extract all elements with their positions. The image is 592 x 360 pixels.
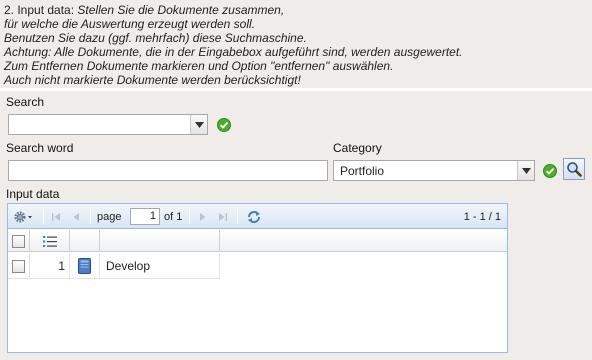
- select-all-header[interactable]: [8, 230, 30, 252]
- settings-menu-button[interactable]: [13, 204, 33, 229]
- instruction-line: Benutzen Sie dazu (ggf. mehrfach) diese …: [4, 31, 307, 45]
- grid-toolbar: page 1 of 1 1 - 1 / 1: [8, 204, 507, 229]
- chevron-down-icon[interactable]: [190, 115, 207, 134]
- table-row[interactable]: 1 Develop: [8, 253, 220, 279]
- instruction-line: Auch nicht markierte Dokumente werden be…: [4, 73, 301, 87]
- next-page-icon: [200, 212, 206, 221]
- paging-range: 1 - 1 / 1: [463, 210, 501, 223]
- row-number-header: [30, 230, 70, 252]
- toolbar-separator: [90, 209, 91, 224]
- last-page-icon: [219, 212, 227, 221]
- instruction-line: Zum Entfernen Dokumente markieren und Op…: [4, 59, 394, 73]
- step-title: 2. Input data:: [4, 3, 78, 17]
- instruction-line: Stellen Sie die Dokumente zusammen,: [77, 3, 285, 17]
- row-checkbox[interactable]: [12, 259, 25, 273]
- search-label: Search: [6, 95, 45, 109]
- grid-header: [8, 230, 507, 252]
- prev-page-button[interactable]: [72, 204, 80, 229]
- row-select-cell[interactable]: [8, 253, 30, 279]
- divider: [0, 88, 592, 91]
- first-page-button[interactable]: [51, 204, 61, 229]
- row-name-cell: Develop: [100, 253, 220, 279]
- input-data-grid: page 1 of 1 1 - 1 / 1 1 Develop: [7, 203, 508, 353]
- toolbar-separator: [237, 209, 238, 224]
- chevron-down-icon[interactable]: [517, 161, 534, 180]
- prev-page-icon: [73, 212, 79, 221]
- last-page-button[interactable]: [218, 204, 228, 229]
- row-type-cell: [70, 253, 100, 279]
- search-word-input[interactable]: [8, 160, 328, 181]
- page-count-label: of 1: [164, 210, 183, 223]
- toolbar-separator: [189, 209, 190, 224]
- document-icon: [78, 258, 91, 274]
- page-number-input[interactable]: 1: [130, 208, 160, 225]
- refresh-button[interactable]: [246, 204, 262, 229]
- category-label: Category: [333, 141, 382, 155]
- magnifier-icon: [567, 162, 582, 177]
- name-header: [100, 230, 220, 252]
- refresh-icon: [248, 210, 260, 223]
- instruction-line: für welche die Auswertung erzeugt werden…: [4, 17, 256, 31]
- confirm-check-icon[interactable]: [217, 118, 231, 132]
- page-label: page: [97, 210, 122, 223]
- search-button[interactable]: [563, 158, 585, 180]
- input-data-label: Input data: [6, 187, 60, 201]
- row-number-cell: 1: [30, 253, 70, 279]
- toolbar-separator: [43, 209, 44, 224]
- search-word-label: Search word: [6, 141, 74, 155]
- instruction-line: Achtung: Alle Dokumente, die in der Eing…: [4, 45, 463, 59]
- category-select-value: Portfolio: [340, 164, 385, 178]
- type-icon-header: [70, 230, 100, 252]
- next-page-button[interactable]: [199, 204, 207, 229]
- gear-icon: [14, 210, 32, 223]
- first-page-icon: [52, 212, 60, 221]
- category-select[interactable]: Portfolio: [333, 160, 535, 181]
- numbered-list-icon: [42, 235, 57, 247]
- search-select[interactable]: [8, 114, 208, 135]
- confirm-check-icon[interactable]: [543, 164, 557, 178]
- instructions-text: 2. Input data: Stellen Sie die Dokumente…: [0, 0, 592, 88]
- select-all-checkbox[interactable]: [12, 234, 25, 248]
